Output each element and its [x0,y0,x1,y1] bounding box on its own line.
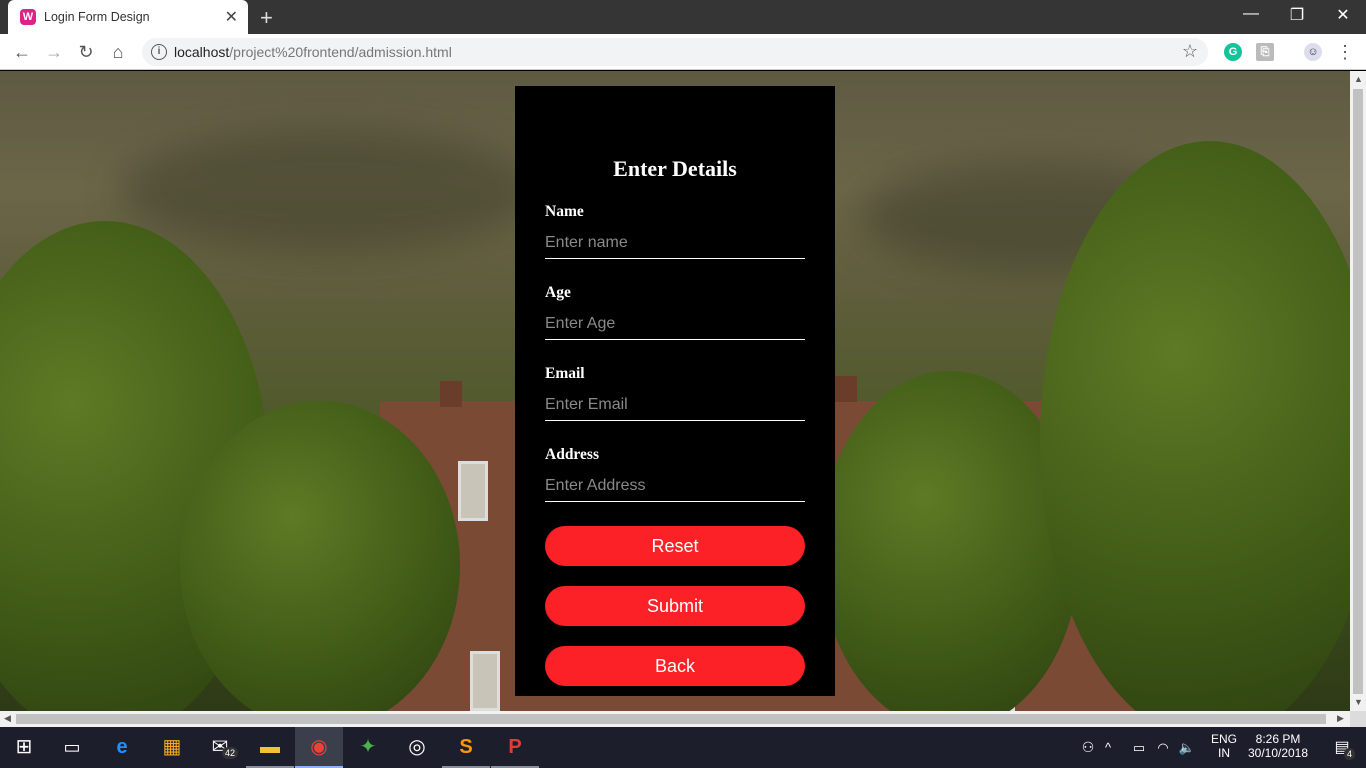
scrollbar-corner [1350,711,1366,727]
browser-menu-icon[interactable]: ⋮ [1333,40,1357,64]
mail-badge: 42 [222,747,239,759]
email-input[interactable] [545,389,805,421]
age-input[interactable] [545,308,805,340]
close-tab-icon[interactable]: ✕ [225,7,238,27]
mail-icon[interactable]: ✉ 42 [196,727,244,768]
grammarly-extension-icon[interactable]: G [1224,43,1242,61]
horizontal-scroll-thumb[interactable] [16,714,1326,724]
scroll-left-arrow-icon[interactable]: ◀ [4,713,11,724]
scroll-up-arrow-icon[interactable]: ▲ [1354,74,1363,84]
home-icon[interactable]: ⌂ [106,40,130,64]
file-explorer-icon[interactable]: ▬ [246,727,294,768]
browser-tab[interactable]: W Login Form Design ✕ [8,0,248,34]
pdf-extension-icon[interactable]: ⎘ [1256,43,1274,61]
form-title: Enter Details [613,156,737,181]
scroll-right-arrow-icon[interactable]: ▶ [1337,713,1344,724]
scroll-down-arrow-icon[interactable]: ▼ [1354,697,1363,707]
store-icon[interactable]: ▦ [148,727,196,768]
site-info-icon[interactable]: i [151,44,167,60]
site-favicon-icon: W [20,9,36,25]
profile-avatar-icon[interactable]: ☺ [1304,43,1322,61]
admission-form: Enter Details Name Age Email Address Res… [515,86,835,696]
system-clock[interactable]: 8:26 PM 30/10/2018 [1244,732,1312,760]
volume-icon[interactable]: 🔈 [1176,727,1198,768]
back-arrow-icon[interactable]: ← [10,40,34,64]
email-field-group: Email [545,365,805,421]
restore-window-icon[interactable]: ❐ [1274,5,1320,25]
battery-icon[interactable]: ▭ [1128,727,1150,768]
horizontal-scrollbar[interactable]: ◀ ▶ [0,711,1350,727]
vertical-scrollbar[interactable]: ▲ ▼ [1350,71,1366,711]
close-window-icon[interactable]: ✕ [1320,5,1366,25]
name-input[interactable] [545,227,805,259]
vertical-scroll-thumb[interactable] [1353,89,1363,694]
browser-titlebar: W Login Form Design ✕ + — ❐ ✕ [0,0,1366,34]
name-field-group: Name [545,203,805,259]
address-bar[interactable]: i localhost/project%20frontend/admission… [142,38,1208,66]
notification-badge: 4 [1344,748,1356,760]
reset-button[interactable]: Reset [545,526,805,566]
task-view-icon[interactable]: ▭ [48,727,96,768]
internet-download-manager-icon[interactable]: ✦ [344,727,392,768]
minimize-window-icon[interactable]: — [1228,5,1274,23]
forward-arrow-icon[interactable]: → [42,40,66,64]
wifi-icon[interactable]: ◠ [1152,727,1174,768]
reload-icon[interactable]: ↻ [74,40,98,64]
page-viewport: Enter Details Name Age Email Address Res… [0,71,1350,711]
new-tab-plus-icon[interactable]: + [260,5,273,31]
back-button[interactable]: Back [545,646,805,686]
show-hidden-icons-chevron-icon[interactable]: ^ [1098,727,1118,768]
browser-toolbar: ← → ↻ ⌂ i localhost/project%20frontend/a… [0,34,1366,70]
age-label: Age [545,284,571,301]
address-label: Address [545,446,599,463]
address-field-group: Address [545,446,805,502]
age-field-group: Age [545,284,805,340]
action-center-icon[interactable]: ▤ 4 [1318,727,1366,768]
groove-music-icon[interactable]: ◎ [393,727,441,768]
email-label: Email [545,365,585,382]
edge-browser-icon[interactable]: e [98,727,146,768]
name-label: Name [545,203,584,220]
windows-taskbar: ⊞ ▭ e ▦ ✉ 42 ▬ ◉ ✦ ◎ S P ⚇ ^ ▭ ◠ 🔈 ENG I… [0,727,1366,768]
sublime-text-icon[interactable]: S [442,727,490,768]
bookmark-star-icon[interactable]: ☆ [1182,41,1198,62]
windows-start-icon[interactable]: ⊞ [0,727,48,768]
submit-button[interactable]: Submit [545,586,805,626]
url-text: localhost/project%20frontend/admission.h… [174,44,452,60]
chrome-icon[interactable]: ◉ [295,727,343,768]
postman-icon[interactable]: P [491,727,539,768]
language-indicator[interactable]: ENG IN [1207,732,1241,760]
address-input[interactable] [545,470,805,502]
tab-title: Login Form Design [44,10,150,24]
